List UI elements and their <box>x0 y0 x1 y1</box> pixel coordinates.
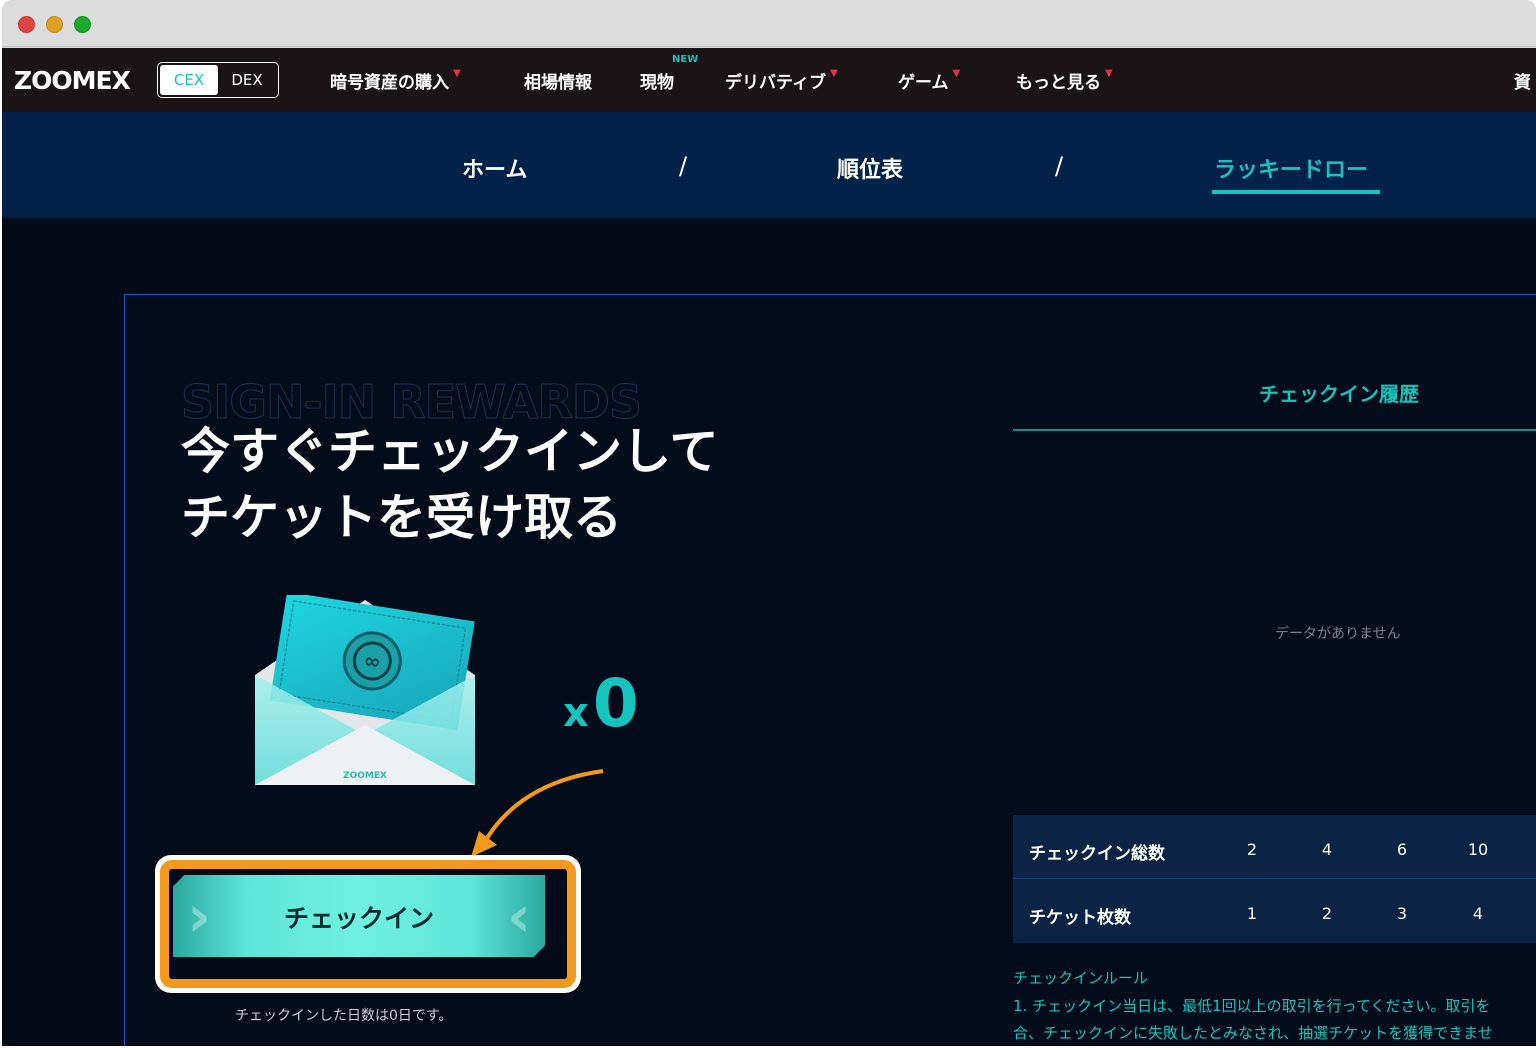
history-divider <box>1013 429 1536 431</box>
table-cell: 2 <box>1321 904 1333 923</box>
nav-buy-crypto[interactable]: 暗号資産の購入 ▼ <box>330 68 461 93</box>
table-row: チェックイン総数 2 4 6 10 <box>1013 815 1536 879</box>
headline-line-2: チケットを受け取る <box>181 489 623 546</box>
close-window-button[interactable] <box>18 16 35 33</box>
main-content: SIGN-IN REWARDS 今すぐチェックインして チケットを受け取る ∞ … <box>2 218 1536 1046</box>
nav-games-label: ゲーム <box>898 73 949 93</box>
history-empty-message: データがありません <box>1275 626 1401 642</box>
checkin-rules-text: 1. チェックイン当日は、最低1回以上の取引を行ってください。取引を 合、チェッ… <box>1013 993 1493 1046</box>
ticket-count: x0 <box>563 665 639 742</box>
headline: 今すぐチェックインして チケットを受け取る <box>181 419 719 551</box>
checkin-history-title[interactable]: チェックイン履歴 <box>1259 378 1419 407</box>
table-cell: 1 <box>1246 904 1258 923</box>
checkin-button[interactable]: › ‹ チェックイン <box>173 875 545 957</box>
nav-more[interactable]: もっと見る ▼ <box>1016 68 1113 93</box>
table-cell: 10 <box>1467 840 1489 859</box>
table-cell: 3 <box>1396 904 1408 923</box>
rules-line-1: 1. チェックイン当日は、最低1回以上の取引を行ってください。取引を <box>1013 997 1491 1015</box>
nav-markets-label: 相場情報 <box>524 73 592 93</box>
checkin-button-label: チェックイン <box>283 904 434 933</box>
sign-in-rewards-card: SIGN-IN REWARDS 今すぐチェックインして チケットを受け取る ∞ … <box>124 294 1536 1046</box>
campaign-subnav: ホーム / 順位表 / ラッキードロー <box>2 112 1536 218</box>
active-tab-underline <box>1212 190 1380 194</box>
envelope-brand: ZOOMEX <box>343 771 387 781</box>
cex-dex-switch: CEX DEX <box>157 62 279 98</box>
nav-games[interactable]: ゲーム ▼ <box>898 68 960 93</box>
rules-line-2: 合、チェックインに失敗したとみなされ、抽選チケットを獲得できませ <box>1013 1024 1493 1042</box>
tab-lucky-draw[interactable]: ラッキードロー <box>1214 152 1368 184</box>
ticket-count-label: チケット枚数 <box>1029 908 1131 928</box>
nav-derivatives[interactable]: デリバティブ ▼ <box>725 68 838 93</box>
top-navbar: ZOOMEX CEX DEX 暗号資産の購入 ▼ 相場情報 NEW 現物 デリバテ… <box>2 48 1536 112</box>
nav-buy-crypto-label: 暗号資産の購入 <box>330 73 449 93</box>
zoomex-logo[interactable]: ZOOMEX <box>14 66 131 95</box>
table-cell: 4 <box>1472 904 1484 923</box>
table-cell: 4 <box>1321 840 1333 859</box>
subnav-separator: / <box>679 152 688 180</box>
nav-more-label: もっと見る <box>1016 73 1101 93</box>
ticket-envelope-illustration: ∞ ZOOMEX <box>245 591 485 795</box>
minimize-window-button[interactable] <box>46 16 63 33</box>
checkin-days-note: チェックインした日数は0日です。 <box>235 1008 453 1024</box>
dropdown-caret-icon: ▼ <box>952 68 961 79</box>
checkin-highlight-inner: › ‹ チェックイン <box>160 860 576 988</box>
browser-window: ZOOMEX CEX DEX 暗号資産の購入 ▼ 相場情報 NEW 現物 デリバテ… <box>2 0 1536 1046</box>
table-cell: 2 <box>1246 840 1258 859</box>
nav-assets-truncated[interactable]: 資 <box>1514 68 1531 93</box>
reward-table: チェックイン総数 2 4 6 10 チケット枚数 1 2 3 4 <box>1013 815 1536 943</box>
window-titlebar <box>2 0 1536 47</box>
pointer-arrow-icon <box>471 769 604 857</box>
maximize-window-button[interactable] <box>74 16 91 33</box>
nav-markets[interactable]: 相場情報 <box>524 68 592 93</box>
tab-ranking[interactable]: 順位表 <box>837 152 903 184</box>
table-row: チケット枚数 1 2 3 4 <box>1013 879 1536 943</box>
headline-line-1: 今すぐチェックインして <box>181 423 719 480</box>
dropdown-caret-icon: ▼ <box>453 68 461 79</box>
cex-toggle[interactable]: CEX <box>160 65 218 95</box>
ticket-count-prefix: x <box>563 690 589 736</box>
envelope-icon: ∞ ZOOMEX <box>255 591 475 785</box>
subnav-separator: / <box>1055 152 1064 180</box>
checkin-highlight-frame: › ‹ チェックイン <box>155 855 581 993</box>
dropdown-caret-icon: ▼ <box>829 68 838 79</box>
nav-spot[interactable]: 現物 <box>640 68 674 93</box>
nav-spot-label: 現物 <box>640 73 674 93</box>
new-badge: NEW <box>672 54 699 65</box>
dex-toggle[interactable]: DEX <box>218 65 276 95</box>
ticket-count-value: 0 <box>592 665 639 742</box>
nav-derivatives-label: デリバティブ <box>725 73 826 93</box>
table-cell: 6 <box>1396 840 1408 859</box>
checkin-total-label: チェックイン総数 <box>1029 844 1165 864</box>
dropdown-caret-icon: ▼ <box>1105 68 1113 79</box>
tab-home[interactable]: ホーム <box>462 152 527 184</box>
checkin-rules-title: チェックインルール <box>1013 969 1149 987</box>
